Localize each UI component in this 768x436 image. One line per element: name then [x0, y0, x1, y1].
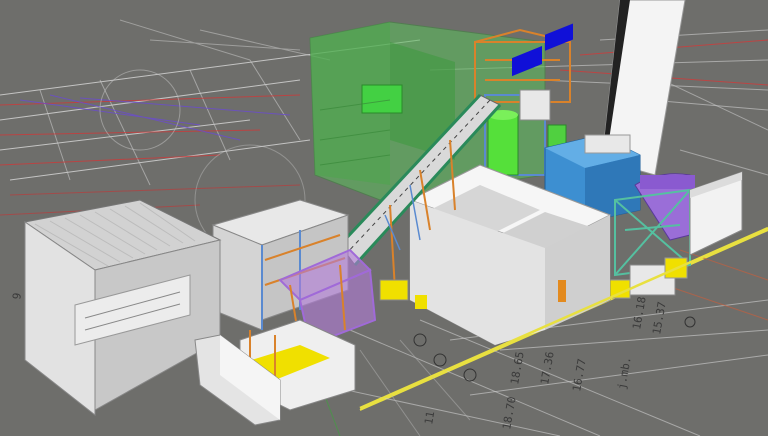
window — [545, 23, 573, 51]
note-label: j.mb. — [615, 356, 634, 391]
grid-number-label: 9 — [10, 292, 24, 301]
elevation-label: 17.36 — [538, 351, 557, 386]
elevation-label: 15.37 — [650, 301, 669, 336]
door — [558, 280, 566, 302]
elevation-label: 18.65 — [508, 351, 527, 386]
plant-3d-scene[interactable]: 16.18 15.37 18.65 17.36 16.77 18.70 j.mb… — [0, 0, 768, 436]
elevation-label: 16.77 — [570, 358, 589, 393]
equipment-block — [361, 84, 403, 114]
model-viewport[interactable]: 16.18 15.37 18.65 17.36 16.77 18.70 j.mb… — [0, 0, 768, 436]
duct-system[interactable] — [634, 173, 695, 241]
ash-silo[interactable] — [599, 257, 688, 299]
grid-number-label: 11 — [422, 410, 437, 425]
elevation-label: 16.18 — [630, 296, 649, 331]
elevation-label: 18.70 — [500, 396, 519, 431]
